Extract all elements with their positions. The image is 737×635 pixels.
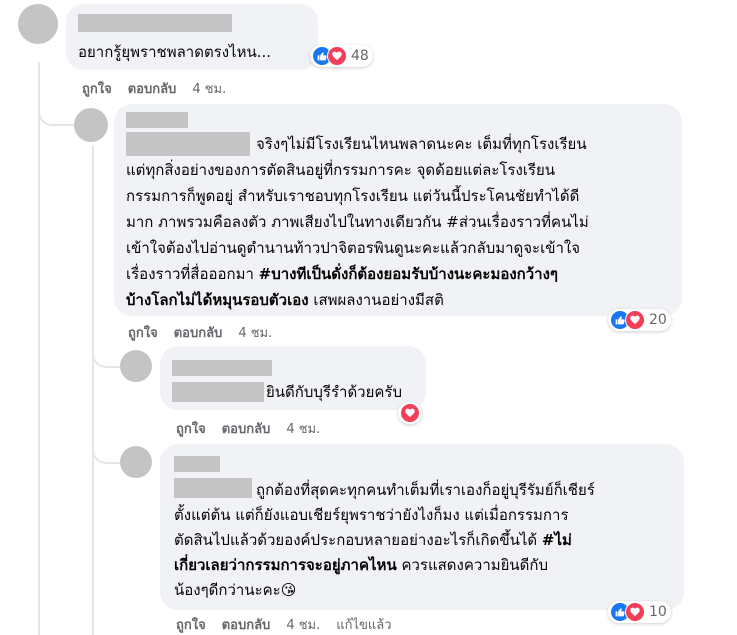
comment-actions: ถูกใจ ตอบกลับ 4 ชม. [82, 78, 226, 99]
text-segment: เรื่องราวที่สื่อออกมา [126, 265, 259, 283]
reaction-summary[interactable] [398, 402, 422, 424]
thread-line-sub [92, 145, 94, 635]
like-button[interactable]: ถูกใจ [176, 422, 206, 437]
reply-button[interactable]: ตอบกลับ [174, 326, 223, 341]
timestamp[interactable]: 4 ชม. [238, 326, 272, 341]
reply-button[interactable]: ตอบกลับ [222, 422, 271, 437]
comment-text: น้องๆดีกว่านะคะ😘 [174, 578, 296, 602]
timestamp[interactable]: 4 ชม. [286, 618, 320, 633]
comment-text: ตั้งแต่ต้น แต่ก็ยังแอบเชียร์ยุพราชว่ายัง… [174, 506, 569, 524]
text-segment: น้องๆดีกว่านะคะ [174, 581, 281, 599]
redacted-name [174, 456, 220, 472]
thread-connector [92, 340, 122, 368]
redacted-name [126, 132, 250, 156]
hashtag-link[interactable]: #บางทีเป็นดั่งก็ต้องยอมรับบ้างนะคะมองกว้… [259, 265, 558, 283]
love-icon [327, 46, 347, 66]
reaction-summary[interactable]: 20 [608, 309, 671, 331]
love-icon [625, 310, 645, 330]
text-segment: ควรแสดงความยินดีกับ [396, 556, 549, 574]
reaction-summary[interactable]: 10 [608, 601, 671, 623]
avatar[interactable] [18, 4, 58, 44]
comment-text: เรื่องราวที่สื่อออกมา #บางทีเป็นดั่งก็ต้… [126, 262, 558, 286]
avatar[interactable] [120, 446, 152, 478]
hashtag-link[interactable]: เกี่ยวเลยว่ากรรมการจะอยู่ภาคไหน [174, 556, 397, 574]
comment-text: เกี่ยวเลยว่ากรรมการจะอยู่ภาคไหน ควรแสดงค… [174, 553, 548, 577]
redacted-name [174, 478, 252, 498]
avatar[interactable] [120, 350, 152, 382]
kiss-emoji: 😘 [280, 581, 297, 599]
hashtag-link[interactable]: #ไม่ [542, 531, 572, 549]
comment-text: จริงๆไม่มีโรงเรียนไหนพลาดนะคะ เต็มที่ทุก… [256, 135, 587, 153]
reaction-count: 20 [649, 312, 667, 328]
redacted-name [126, 112, 188, 128]
like-button[interactable]: ถูกใจ [82, 82, 112, 97]
comment-actions: ถูกใจ ตอบกลับ 4 ชม. [128, 322, 272, 343]
redacted-name [172, 360, 272, 376]
timestamp[interactable]: 4 ชม. [286, 422, 320, 437]
reply-button[interactable]: ตอบกลับ [128, 82, 177, 97]
comment-text: กรรมการก็พูดอยู่ สำหรับเราชอบทุกโรงเรียน… [126, 187, 580, 205]
love-icon [400, 403, 420, 423]
text-segment: เสพผลงานอย่างมีสติ [308, 291, 444, 309]
like-button[interactable]: ถูกใจ [176, 618, 206, 633]
love-icon [625, 602, 645, 622]
thread-connector [92, 436, 122, 464]
redacted-name [78, 14, 232, 32]
comment-text: ตัดสินไปแล้วด้วยองค์ประกอบหลายอย่างอะไรก… [174, 528, 572, 552]
comment-text: ถูกต้องที่สุดคะทุกคนทำเต็มที่เราเองก็อยู… [256, 481, 595, 499]
thread-connector [38, 100, 76, 126]
comment-actions: ถูกใจ ตอบกลับ 4 ชม. แก้ไขแล้ว [176, 614, 392, 635]
reply-button[interactable]: ตอบกลับ [222, 618, 271, 633]
thread-line-main [38, 62, 40, 635]
like-button[interactable]: ถูกใจ [128, 326, 158, 341]
comment-text: มาก ภาพรวมคือลงตัว ภาพเสียงไปในทางเดียวก… [126, 213, 589, 231]
comment-text: เข้าใจต้องไปอ่านดูตำนานท้าวปาจิตอรพินดูน… [126, 239, 581, 257]
reaction-count: 48 [351, 48, 369, 64]
timestamp[interactable]: 4 ชม. [192, 82, 226, 97]
avatar[interactable] [74, 108, 108, 142]
redacted-name [172, 382, 264, 402]
edited-label: แก้ไขแล้ว [336, 618, 392, 633]
comment-text: อยากรู้ยุพราชพลาดตรงไหน... [78, 43, 272, 61]
text-segment: ตัดสินไปแล้วด้วยองค์ประกอบหลายอย่างอะไรก… [174, 531, 542, 549]
reaction-summary[interactable]: 48 [310, 45, 373, 67]
comment-text: ยินดีกับบุรีรำด้วยครับ [266, 383, 403, 401]
reaction-count: 10 [649, 604, 667, 620]
comment-actions: ถูกใจ ตอบกลับ 4 ชม. [176, 418, 320, 439]
hashtag-link[interactable]: บ้างโลกไม่ได้หมุนรอบตัวเอง [126, 291, 309, 309]
comment-text: บ้างโลกไม่ได้หมุนรอบตัวเอง เสพผลงานอย่าง… [126, 288, 444, 312]
comment-text: แต่ทุกสิ่งอย่างของการตัดสินอยู่ที่กรรมกา… [126, 161, 556, 179]
